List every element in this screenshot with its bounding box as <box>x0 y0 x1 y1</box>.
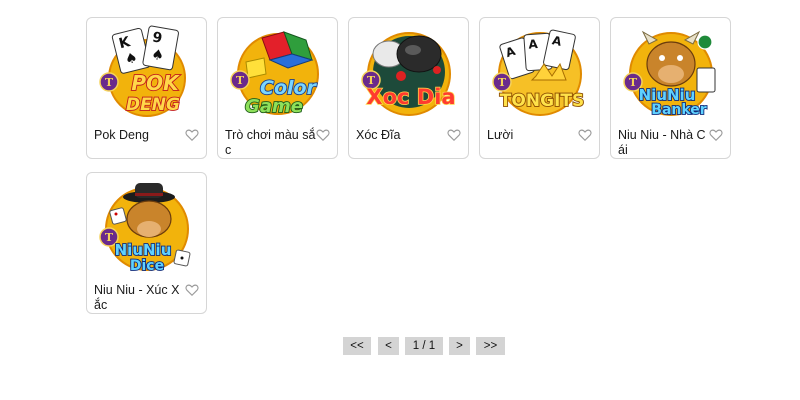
game-thumbnail-niu-niu-dice[interactable]: T NiuNiu Dice <box>95 179 200 275</box>
svg-text:DENG: DENG <box>126 95 180 115</box>
svg-text:POK: POK <box>131 71 180 95</box>
svg-text:T: T <box>236 74 245 87</box>
game-card-pok-deng[interactable]: K ♠ 9 ♠ T POK DENG Pok Deng <box>86 17 207 159</box>
game-title: Niu Niu - Xúc Xắc <box>94 283 180 312</box>
game-title: Xóc Đĩa <box>356 128 401 142</box>
game-card-tongits[interactable]: A A A T TONGITS Lười <box>479 17 600 159</box>
heart-icon[interactable] <box>578 128 592 142</box>
game-card-xoc-dia[interactable]: T Xoc Dia Xóc Đĩa <box>348 17 469 159</box>
game-thumbnail-color-game[interactable]: T Color Game <box>226 24 331 120</box>
pagination: << < 1 / 1 > >> <box>0 337 800 355</box>
svg-text:T: T <box>629 76 638 89</box>
game-title: Pok Deng <box>94 128 149 142</box>
game-thumbnail-niu-niu-banker[interactable]: T NiuNiu Banker <box>619 24 724 120</box>
svg-text:Xoc Dia: Xoc Dia <box>366 85 455 109</box>
game-card-color-game[interactable]: T Color Game Trò chơi màu sắc <box>217 17 338 159</box>
prev-page-button[interactable]: < <box>378 337 399 355</box>
game-thumbnail-tongits[interactable]: A A A T TONGITS <box>488 24 593 120</box>
svg-text:TONGITS: TONGITS <box>500 91 584 111</box>
last-page-button[interactable]: >> <box>476 337 505 355</box>
game-title: Trò chơi màu sắc <box>225 128 316 157</box>
svg-text:T: T <box>105 231 114 244</box>
svg-text:A: A <box>528 37 539 52</box>
svg-text:T: T <box>105 76 114 89</box>
heart-icon[interactable] <box>185 128 199 142</box>
svg-text:Banker: Banker <box>651 102 707 118</box>
first-page-button[interactable]: << <box>343 337 371 355</box>
heart-icon[interactable] <box>316 128 330 142</box>
game-card-niu-niu-dice[interactable]: T NiuNiu Dice Niu Niu - Xúc Xắc <box>86 172 207 314</box>
game-title: Niu Niu - Nhà Cái <box>618 128 706 157</box>
svg-text:Game: Game <box>245 96 303 117</box>
svg-text:Dice: Dice <box>130 258 164 274</box>
page-indicator: 1 / 1 <box>405 337 443 355</box>
next-page-button[interactable]: > <box>449 337 470 355</box>
heart-icon[interactable] <box>447 128 461 142</box>
svg-text:NiuNiu: NiuNiu <box>115 241 172 259</box>
game-title: Lười <box>487 128 514 142</box>
game-card-niu-niu-banker[interactable]: T NiuNiu Banker Niu Niu - Nhà Cái <box>610 17 731 159</box>
game-thumbnail-pok-deng[interactable]: K ♠ 9 ♠ T POK DENG <box>95 24 200 120</box>
game-thumbnail-xoc-dia[interactable]: T Xoc Dia <box>357 24 462 120</box>
heart-icon[interactable] <box>185 283 199 297</box>
svg-text:T: T <box>498 76 507 89</box>
heart-icon[interactable] <box>709 128 723 142</box>
